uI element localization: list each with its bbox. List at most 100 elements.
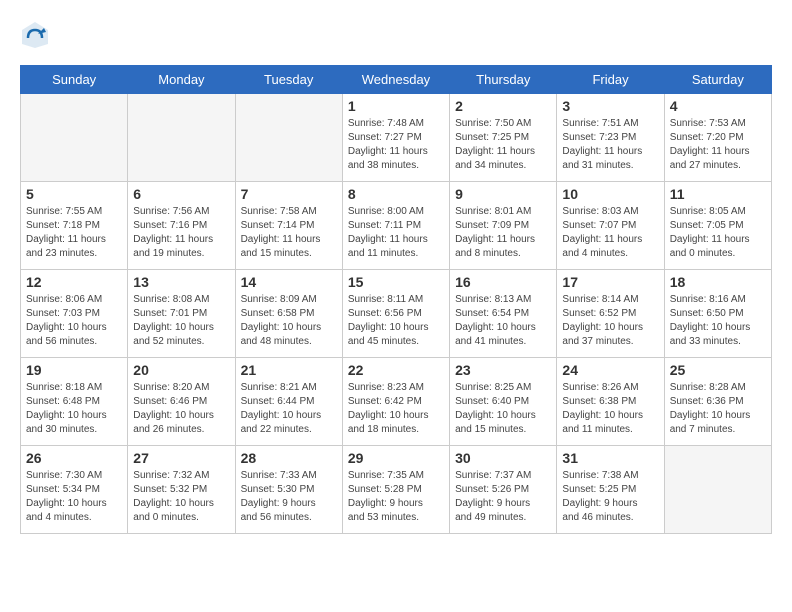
- calendar-cell: 25 Sunrise: 8:28 AM Sunset: 6:36 PM Dayli…: [664, 358, 771, 446]
- day-number: 12: [26, 274, 122, 290]
- day-number: 31: [562, 450, 658, 466]
- day-info: Sunrise: 7:53 AM Sunset: 7:20 PM Dayligh…: [670, 117, 766, 173]
- day-info: Sunrise: 8:18 AM Sunset: 6:48 PM Dayligh…: [26, 381, 122, 437]
- calendar-cell: 23 Sunrise: 8:25 AM Sunset: 6:40 PM Dayli…: [450, 358, 557, 446]
- day-number: 25: [670, 362, 766, 378]
- day-info: Sunrise: 8:05 AM Sunset: 7:05 PM Dayligh…: [670, 205, 766, 261]
- day-number: 29: [348, 450, 444, 466]
- calendar-cell: 2 Sunrise: 7:50 AM Sunset: 7:25 PM Daylig…: [450, 94, 557, 182]
- calendar-cell: 13Sunrise: 8:08 AM Sunset: 7:01 PM Dayli…: [128, 270, 235, 358]
- day-info: Sunrise: 8:26 AM Sunset: 6:38 PM Dayligh…: [562, 381, 658, 437]
- calendar-cell: 17 Sunrise: 8:14 AM Sunset: 6:52 PM Dayli…: [557, 270, 664, 358]
- day-info: Sunrise: 8:09 AM Sunset: 6:58 PM Dayligh…: [241, 293, 337, 349]
- calendar-cell: 11 Sunrise: 8:05 AM Sunset: 7:05 PM Dayli…: [664, 182, 771, 270]
- day-number: 22: [348, 362, 444, 378]
- day-info: Sunrise: 8:20 AM Sunset: 6:46 PM Dayligh…: [133, 381, 229, 437]
- calendar-cell: 18 Sunrise: 8:16 AM Sunset: 6:50 PM Dayli…: [664, 270, 771, 358]
- calendar-cell: 29 Sunrise: 7:35 AM Sunset: 5:28 PM Dayli…: [342, 446, 449, 534]
- calendar-cell: 26 Sunrise: 7:30 AM Sunset: 5:34 PM Dayli…: [21, 446, 128, 534]
- day-info: Sunrise: 8:06 AM Sunset: 7:03 PM Dayligh…: [26, 293, 122, 349]
- calendar-cell: 12 Sunrise: 8:06 AM Sunset: 7:03 PM Dayli…: [21, 270, 128, 358]
- day-number: 2: [455, 98, 551, 114]
- calendar-cell: 21 Sunrise: 8:21 AM Sunset: 6:44 PM Dayli…: [235, 358, 342, 446]
- day-number: 3: [562, 98, 658, 114]
- calendar-cell: 4 Sunrise: 7:53 AM Sunset: 7:20 PM Daylig…: [664, 94, 771, 182]
- day-info: Sunrise: 8:03 AM Sunset: 7:07 PM Dayligh…: [562, 205, 658, 261]
- week-row-0: 1Sunrise: 7:48 AM Sunset: 7:27 PM Daylig…: [21, 94, 772, 182]
- day-info: Sunrise: 7:50 AM Sunset: 7:25 PM Dayligh…: [455, 117, 551, 173]
- day-number: 6: [133, 186, 229, 202]
- day-info: Sunrise: 7:56 AM Sunset: 7:16 PM Dayligh…: [133, 205, 229, 261]
- day-number: 15: [348, 274, 444, 290]
- day-info: Sunrise: 8:14 AM Sunset: 6:52 PM Dayligh…: [562, 293, 658, 349]
- calendar-cell: 6 Sunrise: 7:56 AM Sunset: 7:16 PM Daylig…: [128, 182, 235, 270]
- day-number: 16: [455, 274, 551, 290]
- calendar-cell: 20 Sunrise: 8:20 AM Sunset: 6:46 PM Dayli…: [128, 358, 235, 446]
- day-number: 27: [133, 450, 229, 466]
- day-info: Sunrise: 8:28 AM Sunset: 6:36 PM Dayligh…: [670, 381, 766, 437]
- day-info: Sunrise: 7:38 AM Sunset: 5:25 PM Dayligh…: [562, 469, 658, 525]
- day-info: Sunrise: 8:21 AM Sunset: 6:44 PM Dayligh…: [241, 381, 337, 437]
- calendar-cell: 1Sunrise: 7:48 AM Sunset: 7:27 PM Daylig…: [342, 94, 449, 182]
- week-row-2: 12 Sunrise: 8:06 AM Sunset: 7:03 PM Dayli…: [21, 270, 772, 358]
- calendar-cell: 24 Sunrise: 8:26 AM Sunset: 6:38 PM Dayli…: [557, 358, 664, 446]
- day-info: Sunrise: 7:37 AM Sunset: 5:26 PM Dayligh…: [455, 469, 551, 525]
- day-number: 4: [670, 98, 766, 114]
- day-info: Sunrise: 7:51 AM Sunset: 7:23 PM Dayligh…: [562, 117, 658, 173]
- day-info: Sunrise: 8:16 AM Sunset: 6:50 PM Dayligh…: [670, 293, 766, 349]
- calendar-cell: 15 Sunrise: 8:11 AM Sunset: 6:56 PM Dayli…: [342, 270, 449, 358]
- day-number: 7: [241, 186, 337, 202]
- day-number: 8: [348, 186, 444, 202]
- day-info: Sunrise: 8:25 AM Sunset: 6:40 PM Dayligh…: [455, 381, 551, 437]
- logo: [20, 20, 54, 50]
- day-info: Sunrise: 7:32 AM Sunset: 5:32 PM Dayligh…: [133, 469, 229, 525]
- day-number: 19: [26, 362, 122, 378]
- day-info: Sunrise: 7:55 AM Sunset: 7:18 PM Dayligh…: [26, 205, 122, 261]
- calendar-cell: [21, 94, 128, 182]
- weekday-header-sunday: Sunday: [21, 66, 128, 94]
- calendar-cell: 22 Sunrise: 8:23 AM Sunset: 6:42 PM Dayli…: [342, 358, 449, 446]
- day-info: Sunrise: 8:11 AM Sunset: 6:56 PM Dayligh…: [348, 293, 444, 349]
- day-number: 13: [133, 274, 229, 290]
- calendar-cell: [664, 446, 771, 534]
- weekday-header-saturday: Saturday: [664, 66, 771, 94]
- calendar-cell: [128, 94, 235, 182]
- calendar-cell: 5 Sunrise: 7:55 AM Sunset: 7:18 PM Daylig…: [21, 182, 128, 270]
- calendar-cell: 28Sunrise: 7:33 AM Sunset: 5:30 PM Dayli…: [235, 446, 342, 534]
- day-number: 11: [670, 186, 766, 202]
- calendar-table: SundayMondayTuesdayWednesdayThursdayFrid…: [20, 65, 772, 534]
- week-row-1: 5 Sunrise: 7:55 AM Sunset: 7:18 PM Daylig…: [21, 182, 772, 270]
- calendar-cell: 10 Sunrise: 8:03 AM Sunset: 7:07 PM Dayli…: [557, 182, 664, 270]
- page-header: [20, 20, 772, 50]
- day-number: 30: [455, 450, 551, 466]
- day-number: 26: [26, 450, 122, 466]
- calendar-cell: 9 Sunrise: 8:01 AM Sunset: 7:09 PM Daylig…: [450, 182, 557, 270]
- day-number: 10: [562, 186, 658, 202]
- day-number: 17: [562, 274, 658, 290]
- calendar-cell: 14Sunrise: 8:09 AM Sunset: 6:58 PM Dayli…: [235, 270, 342, 358]
- day-info: Sunrise: 7:30 AM Sunset: 5:34 PM Dayligh…: [26, 469, 122, 525]
- calendar-cell: 16 Sunrise: 8:13 AM Sunset: 6:54 PM Dayli…: [450, 270, 557, 358]
- day-number: 18: [670, 274, 766, 290]
- calendar-cell: 27 Sunrise: 7:32 AM Sunset: 5:32 PM Dayli…: [128, 446, 235, 534]
- day-info: Sunrise: 7:35 AM Sunset: 5:28 PM Dayligh…: [348, 469, 444, 525]
- day-info: Sunrise: 8:01 AM Sunset: 7:09 PM Dayligh…: [455, 205, 551, 261]
- calendar-cell: 30 Sunrise: 7:37 AM Sunset: 5:26 PM Dayli…: [450, 446, 557, 534]
- weekday-header-wednesday: Wednesday: [342, 66, 449, 94]
- day-info: Sunrise: 8:13 AM Sunset: 6:54 PM Dayligh…: [455, 293, 551, 349]
- weekday-header-thursday: Thursday: [450, 66, 557, 94]
- day-number: 20: [133, 362, 229, 378]
- day-info: Sunrise: 7:58 AM Sunset: 7:14 PM Dayligh…: [241, 205, 337, 261]
- day-info: Sunrise: 7:48 AM Sunset: 7:27 PM Dayligh…: [348, 117, 444, 173]
- day-number: 24: [562, 362, 658, 378]
- day-number: 9: [455, 186, 551, 202]
- week-row-3: 19 Sunrise: 8:18 AM Sunset: 6:48 PM Dayli…: [21, 358, 772, 446]
- calendar-cell: 8 Sunrise: 8:00 AM Sunset: 7:11 PM Daylig…: [342, 182, 449, 270]
- day-info: Sunrise: 8:23 AM Sunset: 6:42 PM Dayligh…: [348, 381, 444, 437]
- logo-icon: [20, 20, 50, 50]
- day-number: 5: [26, 186, 122, 202]
- day-number: 21: [241, 362, 337, 378]
- day-info: Sunrise: 8:00 AM Sunset: 7:11 PM Dayligh…: [348, 205, 444, 261]
- weekday-header-tuesday: Tuesday: [235, 66, 342, 94]
- day-number: 23: [455, 362, 551, 378]
